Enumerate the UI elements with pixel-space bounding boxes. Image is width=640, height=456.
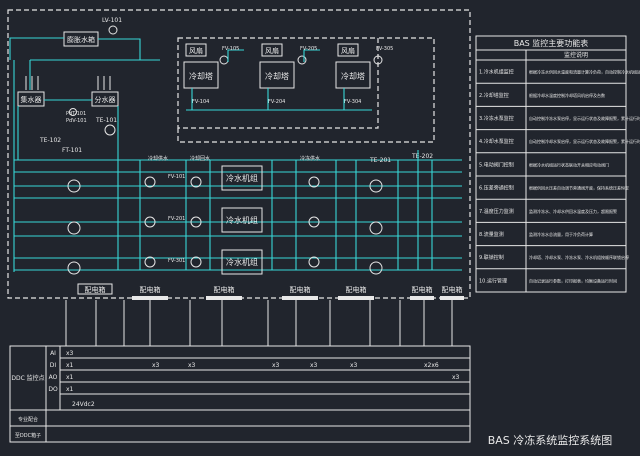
table-row-desc: 自动控制冷却水泵启停，显示运行状态及故障报警，累计运行时间	[529, 138, 640, 144]
chilled-supply-label: 冷冻供水	[300, 155, 320, 162]
io-count: x1	[66, 374, 74, 381]
io-row-ai: AI	[50, 350, 56, 357]
cooling-towers: 冷却塔 风扇 冷却塔 风扇 冷却塔 风扇 FV-104 FV-204 FV-30…	[177, 37, 393, 129]
table-row-desc: 根据冷冻水供回水温度和流量计算冷负荷，自动控制冷水机组运行台	[529, 69, 640, 75]
table-row-desc: 根据冷水机组运行状态联动开关相应电动阀门	[529, 161, 609, 167]
fan-3-label: 风扇	[341, 46, 355, 55]
table-row-desc: 自动记录运行参数，打印报表，均衡设备运行时间	[529, 277, 617, 283]
table-row-desc: 冷却塔、冷却水泵、冷冻水泵、冷水机组按顺序联锁启停	[529, 254, 629, 260]
headers: 膨胀水箱 LV-101 集水器 分水器 PdT-101 PdV-101 TE-1…	[9, 17, 160, 160]
panel-label-3: 配电箱	[214, 285, 235, 294]
io-row-ao: AO	[49, 374, 58, 381]
motor-icon	[297, 55, 307, 65]
cooling-pump-2-icon	[369, 221, 383, 235]
io-count: x3	[350, 362, 358, 369]
function-table-header: 监控说明	[564, 51, 588, 59]
io-count: x2x6	[424, 362, 439, 369]
pump-icon	[104, 124, 116, 136]
io-count: x3	[310, 362, 318, 369]
table-row-desc: 根据供回水压差自动调节旁通阀开度，保持系统压差恒定	[529, 185, 629, 191]
cooling-tower-1-label: 冷却塔	[189, 71, 213, 81]
tag-fv204: FV-204	[268, 99, 285, 105]
tag-te101: TE-101	[95, 117, 117, 124]
fan-1-label: 风扇	[189, 46, 203, 55]
table-row-desc: 自动控制冷冻水泵启停，显示运行状态及故障报警，累计运行时间	[529, 115, 640, 121]
tag-fv304: FV-304	[344, 99, 361, 105]
cooling-tower-2-label: 冷却塔	[265, 71, 289, 81]
supply-header-label: 分水器	[95, 95, 116, 104]
ddc-label: DDC 监控点	[11, 374, 44, 382]
tag-fv301: FV-301	[168, 258, 185, 264]
chilled-pump-3-icon	[67, 261, 81, 275]
panel-label-2: 配电箱	[140, 285, 161, 294]
chiller-array: 冷却供水 冷却回水 冷冻供水 TE-201 TE-202 冷水机组 冷水机组 冷…	[13, 60, 462, 275]
table-row-name: 7.温度压力监测	[479, 208, 514, 215]
drawing-frame	[7, 9, 471, 299]
io-count: x3	[66, 350, 74, 357]
io-table: DDC 监控点 AI DI AO DO 24Vdc2 专业配合 至DDC箱子 x…	[9, 300, 471, 443]
io-count: x1	[66, 362, 74, 369]
footer-row-2: 至DDC箱子	[15, 432, 41, 439]
table-row-name: 5.电动阀门控制	[479, 161, 514, 168]
drawing-title: BAS 冷冻系统监控系统图	[488, 433, 613, 447]
table-row-name: 2.冷却塔监控	[479, 92, 509, 99]
tag-ft101: FT-101	[62, 147, 82, 154]
table-row-name: 4.冷却水泵监控	[479, 138, 514, 145]
panel-label-4: 配电箱	[290, 285, 311, 294]
io-row-do: DO	[48, 386, 58, 393]
io-count: x3	[272, 362, 280, 369]
tag-fv201: FV-201	[168, 216, 185, 222]
tag-fv305: FV-305	[376, 46, 393, 52]
table-row-name: 1.冷水机组监控	[479, 69, 514, 76]
table-row-desc: 监测冷冻水总流量，用于冷负荷计算	[529, 231, 593, 237]
io-count: x3	[188, 362, 196, 369]
return-header-label: 集水器	[21, 95, 42, 104]
panel-label-7: 配电箱	[442, 285, 463, 294]
tag-fv105: FV-105	[222, 46, 239, 52]
io-count: x3	[452, 374, 460, 381]
chiller-1-label: 冷水机组	[226, 173, 258, 183]
tag-te202: TE-202	[411, 153, 433, 160]
table-row-desc: 监测冷冻水、冷却水供回水温度及压力，超限报警	[529, 208, 617, 214]
power-label: 24Vdc2	[72, 401, 95, 408]
cooling-supply-label: 冷却供水	[148, 155, 168, 162]
function-table-title: BAS 监控主要功能表	[514, 38, 589, 48]
tag-fv205: FV-205	[300, 46, 317, 52]
cooling-return-label: 冷却回水	[190, 155, 210, 162]
chiller-control-diagram: 冷却塔 风扇 冷却塔 风扇 冷却塔 风扇 FV-104 FV-204 FV-30…	[7, 9, 640, 447]
table-row-name: 3.冷冻水泵监控	[479, 115, 514, 122]
fan-2-label: 风扇	[265, 46, 279, 55]
tag-fv101: FV-101	[168, 174, 185, 180]
tower-control-loop	[177, 37, 435, 143]
chiller-2-label: 冷水机组	[226, 215, 258, 225]
io-row-di: DI	[50, 362, 57, 369]
cooling-pump-3-icon	[369, 261, 383, 275]
table-row-name: 10.运行管理	[479, 277, 507, 284]
expansion-tank-label: 膨胀水箱	[67, 35, 95, 44]
panel-label-6: 配电箱	[412, 285, 433, 294]
io-count: x1	[66, 386, 74, 393]
valve-icon	[108, 25, 118, 35]
tag-pdv101: PdV-101	[66, 118, 87, 124]
panel-label-1: 配电箱	[85, 285, 106, 294]
tag-fv104: FV-104	[192, 99, 209, 105]
chiller-3-label: 冷水机组	[226, 257, 258, 267]
table-row-name: 9.联锁控制	[479, 254, 504, 261]
function-table: BAS 监控主要功能表 监控说明 1.冷水机组监控 根据冷冻水供回水温度和流量计算…	[475, 35, 640, 293]
tag-te102: TE-102	[39, 137, 61, 144]
cooling-tower-3-label: 冷却塔	[341, 71, 365, 81]
table-row-name: 6.压差旁通控制	[479, 185, 514, 192]
motor-icon	[219, 55, 229, 65]
table-row-name: 8.流量监测	[479, 231, 504, 238]
tag-te201: TE-201	[369, 157, 391, 164]
io-count: x3	[152, 362, 160, 369]
panel-label-5: 配电箱	[346, 285, 367, 294]
table-row-desc: 根据冷却水温度控制冷却塔风机启停及台数	[529, 92, 605, 98]
chilled-pump-2-icon	[67, 221, 81, 235]
footer-row-1: 专业配合	[18, 416, 38, 423]
tag-lv101: LV-101	[102, 17, 122, 24]
